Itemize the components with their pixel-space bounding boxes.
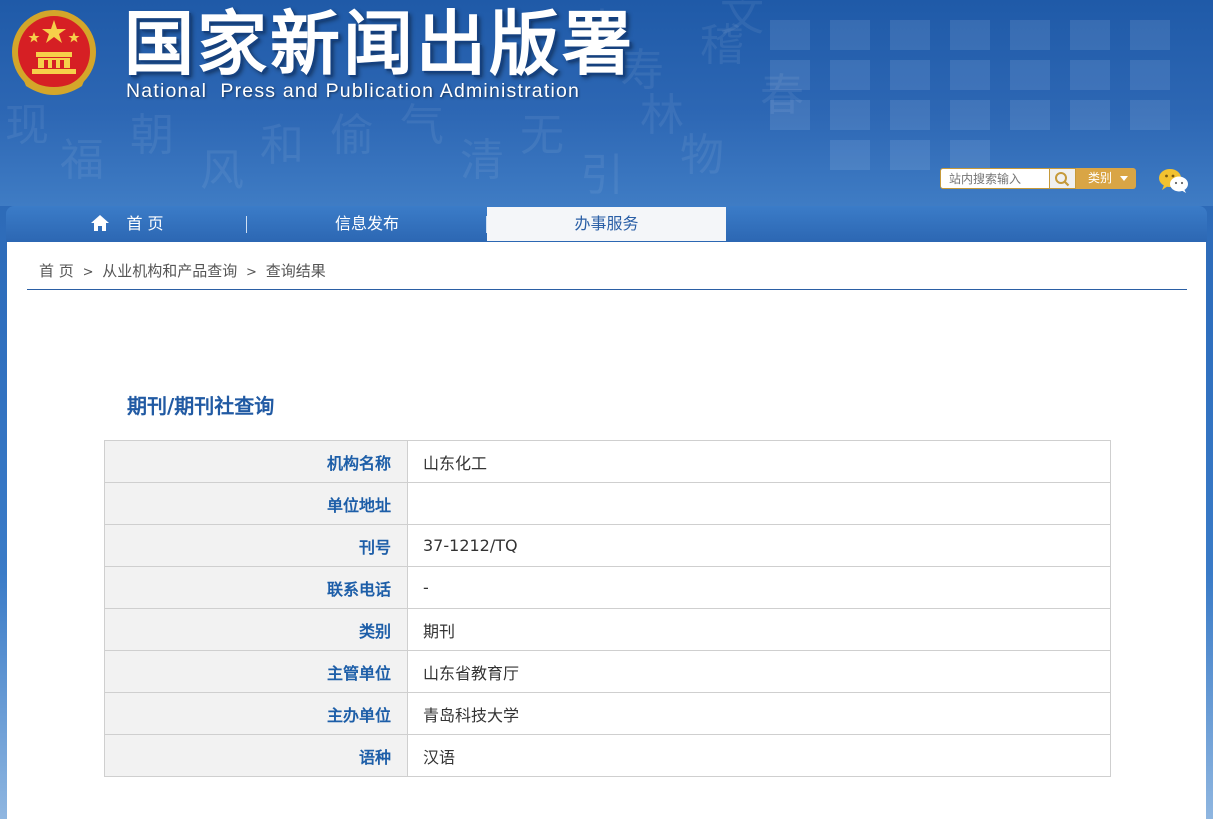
svg-text:气: 气 bbox=[400, 100, 444, 151]
breadcrumb-current: 查询结果 bbox=[265, 262, 326, 280]
caret-down-icon bbox=[1120, 176, 1128, 181]
svg-text:无: 无 bbox=[520, 110, 564, 161]
nav-item-label: 首 页 bbox=[126, 214, 164, 233]
row-label: 语种 bbox=[104, 734, 408, 777]
search-input[interactable] bbox=[940, 168, 1050, 189]
row-value: 汉语 bbox=[407, 734, 1111, 777]
site-search: 类别 bbox=[940, 168, 1136, 189]
table-row: 刊号 37-1212/TQ bbox=[104, 524, 1111, 567]
table-row: 联系电话 - bbox=[104, 566, 1111, 609]
home-icon bbox=[91, 215, 109, 231]
svg-text:风: 风 bbox=[200, 145, 244, 196]
svg-text:文: 文 bbox=[720, 0, 764, 41]
result-table: 机构名称 山东化工 单位地址 刊号 37-1212/TQ 联系电话 - 类别 期… bbox=[104, 440, 1111, 777]
svg-text:引: 引 bbox=[580, 150, 624, 201]
breadcrumb-divider bbox=[27, 289, 1187, 290]
table-row: 主管单位 山东省教育厅 bbox=[104, 650, 1111, 693]
nav-item-label: 办事服务 bbox=[574, 214, 639, 233]
svg-text:偷: 偷 bbox=[330, 110, 374, 161]
main-content: 首 页 > 从业机构和产品查询 > 查询结果 期刊/期刊社查询 机构名称 山东化… bbox=[7, 242, 1206, 819]
site-title-en: National Press and Publication Administr… bbox=[126, 80, 581, 102]
svg-text:现: 现 bbox=[5, 100, 49, 151]
table-row: 主办单位 青岛科技大学 bbox=[104, 692, 1111, 735]
nav-item-home[interactable]: 首 页 bbox=[6, 206, 246, 242]
breadcrumb-home[interactable]: 首 页 bbox=[39, 262, 74, 280]
row-label: 单位地址 bbox=[104, 482, 408, 525]
search-icon bbox=[1055, 172, 1070, 187]
row-label: 机构名称 bbox=[104, 440, 408, 483]
row-value: 山东省教育厅 bbox=[407, 650, 1111, 693]
main-nav: 首 页 信息发布 办事服务 bbox=[6, 206, 1207, 242]
nav-item-services[interactable]: 办事服务 bbox=[487, 207, 726, 241]
table-row: 机构名称 山东化工 bbox=[104, 440, 1111, 483]
breadcrumb: 首 页 > 从业机构和产品查询 > 查询结果 bbox=[39, 260, 326, 281]
row-value bbox=[407, 482, 1111, 525]
svg-text:清: 清 bbox=[460, 135, 504, 186]
svg-text:林: 林 bbox=[640, 90, 684, 141]
breadcrumb-separator: > bbox=[82, 265, 94, 280]
row-value: - bbox=[407, 566, 1111, 609]
breadcrumb-separator: > bbox=[246, 265, 257, 280]
svg-text:福: 福 bbox=[60, 135, 104, 186]
table-row: 单位地址 bbox=[104, 482, 1111, 525]
nav-item-info[interactable]: 信息发布 bbox=[247, 206, 487, 242]
row-value: 37-1212/TQ bbox=[407, 524, 1111, 567]
site-title-cn: 国家新闻出版署 bbox=[124, 3, 635, 85]
row-value: 期刊 bbox=[407, 608, 1111, 651]
row-value: 山东化工 bbox=[407, 440, 1111, 483]
wechat-icon[interactable] bbox=[1158, 168, 1190, 194]
table-row: 类别 期刊 bbox=[104, 608, 1111, 651]
row-label: 主管单位 bbox=[104, 650, 408, 693]
category-label: 类别 bbox=[1088, 171, 1113, 185]
category-dropdown[interactable]: 类别 bbox=[1076, 168, 1136, 189]
search-button[interactable] bbox=[1050, 168, 1076, 189]
svg-text:朝: 朝 bbox=[130, 110, 174, 161]
row-label: 刊号 bbox=[104, 524, 408, 567]
national-emblem-icon bbox=[12, 10, 96, 95]
svg-text:物: 物 bbox=[680, 130, 724, 181]
page-title: 期刊/期刊社查询 bbox=[127, 394, 275, 418]
row-label: 主办单位 bbox=[104, 692, 408, 735]
breadcrumb-query[interactable]: 从业机构和产品查询 bbox=[102, 262, 237, 280]
row-value: 青岛科技大学 bbox=[407, 692, 1111, 735]
row-label: 联系电话 bbox=[104, 566, 408, 609]
table-row: 语种 汉语 bbox=[104, 734, 1111, 777]
row-label: 类别 bbox=[104, 608, 408, 651]
svg-text:和: 和 bbox=[260, 120, 304, 171]
site-header: 现福朝 风和偷 气清无 引林稽 春物文 寿山 国家新闻出版署 National … bbox=[0, 0, 1213, 206]
nav-item-label: 信息发布 bbox=[334, 214, 399, 233]
